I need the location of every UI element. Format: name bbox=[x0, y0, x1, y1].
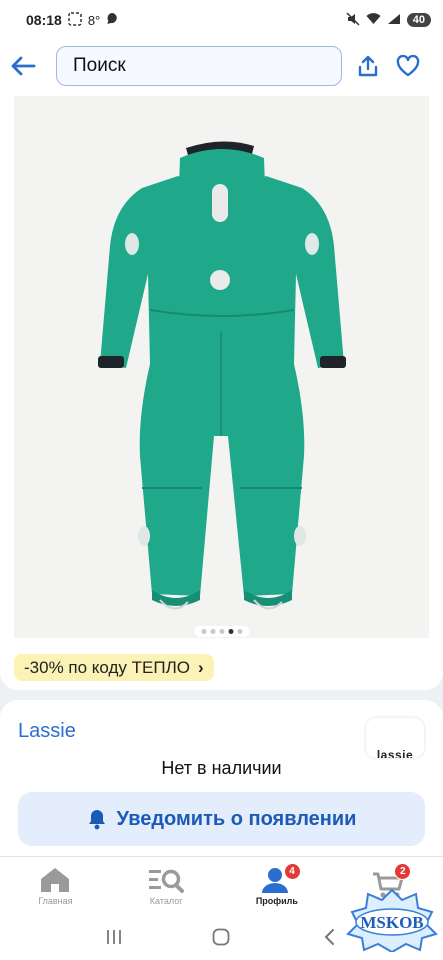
profile-badge: 4 bbox=[283, 863, 301, 880]
screenshot-icon bbox=[68, 11, 82, 29]
status-time: 08:18 bbox=[26, 12, 62, 28]
product-card: -30% по коду ТЕПЛО › bbox=[0, 92, 443, 690]
recent-apps-button[interactable] bbox=[99, 922, 129, 952]
snowsuit-illustration bbox=[14, 96, 429, 638]
product-image[interactable] bbox=[14, 96, 429, 638]
notify-label: Уведомить о появлении bbox=[116, 807, 357, 830]
brand-link[interactable]: Lassie bbox=[18, 720, 76, 743]
chevron-left-icon bbox=[325, 929, 335, 945]
back-button[interactable] bbox=[0, 43, 46, 89]
bell-icon bbox=[88, 810, 105, 830]
seller-card: Lassie lassie Нет в наличии Уведомить о … bbox=[0, 700, 443, 860]
notify-button[interactable]: Уведомить о появлении bbox=[18, 792, 425, 846]
back-arrow-icon bbox=[11, 56, 36, 76]
home-icon bbox=[41, 867, 70, 892]
share-icon bbox=[358, 55, 378, 77]
nav-home[interactable]: Главная bbox=[0, 857, 111, 914]
status-right: 40 bbox=[346, 11, 431, 29]
promo-text: -30% по коду ТЕПЛО bbox=[24, 657, 190, 677]
nav-catalog[interactable]: Каталог bbox=[111, 857, 222, 914]
status-bar: 08:18 8° 40 bbox=[0, 0, 443, 40]
chevron-right-icon: › bbox=[197, 657, 204, 677]
nav-label: Каталог bbox=[149, 895, 183, 906]
mute-icon bbox=[346, 11, 360, 29]
share-button[interactable] bbox=[350, 46, 386, 86]
home-square-icon bbox=[213, 928, 230, 946]
search-input[interactable]: Поиск bbox=[56, 46, 342, 86]
top-bar: Поиск bbox=[0, 40, 443, 92]
search-placeholder: Поиск bbox=[73, 55, 126, 76]
pagination-dot[interactable] bbox=[201, 629, 206, 634]
cart-badge: 2 bbox=[394, 863, 412, 880]
signal-icon bbox=[387, 13, 401, 28]
watermark-logo: MSKOB bbox=[346, 886, 438, 954]
pagination-dot[interactable] bbox=[237, 629, 242, 634]
pagination-dot[interactable] bbox=[210, 629, 215, 634]
pagination-dot-active[interactable] bbox=[228, 629, 233, 634]
status-temperature: 8° bbox=[87, 12, 101, 28]
system-back-button[interactable] bbox=[314, 922, 344, 952]
recent-apps-icon bbox=[106, 930, 121, 944]
nav-profile[interactable]: 4 Профиль bbox=[222, 857, 333, 914]
favorite-button[interactable] bbox=[390, 46, 426, 86]
battery-indicator: 40 bbox=[406, 13, 431, 27]
promo-badge[interactable]: -30% по коду ТЕПЛО › bbox=[14, 654, 214, 681]
watermark-text: MSKOB bbox=[360, 913, 423, 932]
catalog-icon bbox=[149, 869, 185, 893]
home-button[interactable] bbox=[206, 922, 236, 952]
nav-label: Главная bbox=[38, 895, 73, 906]
image-pagination[interactable] bbox=[194, 626, 249, 637]
status-left: 08:18 8° bbox=[26, 11, 119, 29]
wifi-icon bbox=[366, 12, 381, 28]
pagination-dot[interactable] bbox=[219, 629, 224, 634]
stock-status: Нет в наличии bbox=[161, 758, 282, 778]
chat-icon bbox=[106, 12, 119, 28]
heart-icon bbox=[396, 55, 420, 77]
brand-logo-text: lassie bbox=[376, 748, 414, 758]
nav-label: Профиль bbox=[255, 895, 298, 906]
brand-logo[interactable]: lassie bbox=[366, 718, 424, 758]
